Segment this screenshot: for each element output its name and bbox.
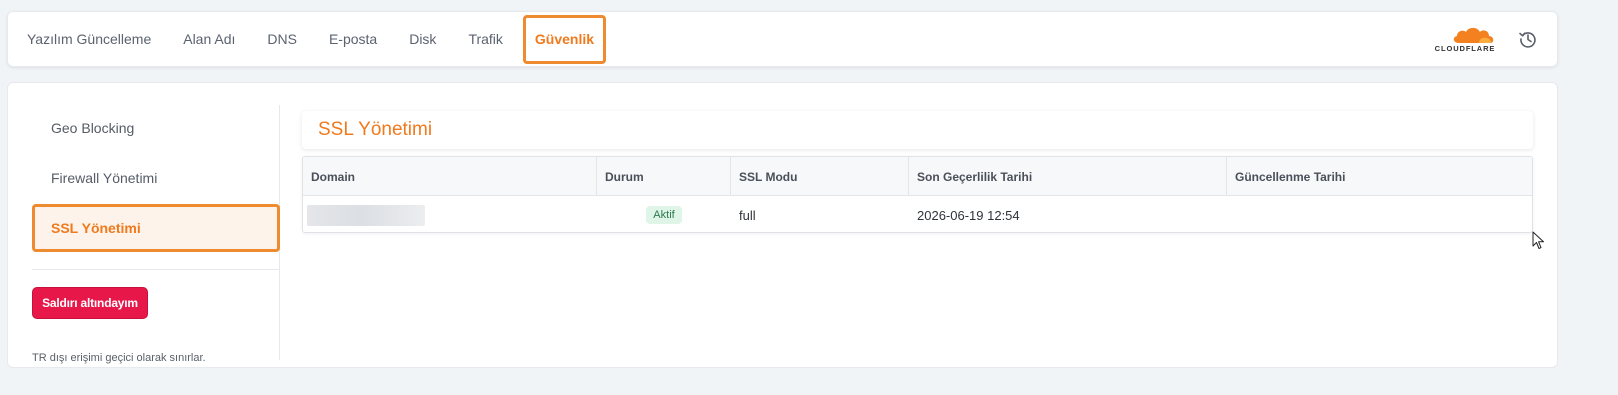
tab-dns[interactable]: DNS xyxy=(251,12,313,66)
column-expiry-date[interactable]: Son Geçerlilik Tarihi xyxy=(909,157,1227,196)
table-row[interactable]: Aktif full 2026-06-19 12:54 xyxy=(303,197,1532,232)
tab-domain[interactable]: Alan Adı xyxy=(167,12,251,66)
tab-email[interactable]: E-posta xyxy=(313,12,393,66)
history-icon[interactable] xyxy=(1518,29,1538,49)
cell-expiry-date: 2026-06-19 12:54 xyxy=(917,207,1020,223)
sidebar-item-ssl[interactable]: SSL Yönetimi xyxy=(32,204,280,252)
security-sidebar: Geo Blocking Firewall Yönetimi SSL Yönet… xyxy=(32,105,280,364)
top-nav: Yazılım Güncelleme Alan Adı DNS E-posta … xyxy=(7,11,1558,67)
cell-domain xyxy=(303,197,597,232)
status-badge: Aktif xyxy=(646,206,682,224)
cloud-icon xyxy=(1453,27,1494,43)
mouse-cursor-icon xyxy=(1532,231,1545,255)
table-header: Domain Durum SSL Modu Son Geçerlilik Tar… xyxy=(303,157,1532,196)
cell-ssl-mode: full xyxy=(739,207,756,223)
cell-status: Aktif xyxy=(597,197,731,232)
column-status[interactable]: Durum xyxy=(597,157,731,196)
under-attack-button[interactable]: Saldırı altındayım xyxy=(32,287,148,319)
tab-bar: Yazılım Güncelleme Alan Adı DNS E-posta … xyxy=(8,12,607,66)
under-attack-note: TR dışı erişimi geçici olarak sınırlar. xyxy=(32,352,206,364)
tab-traffic[interactable]: Trafik xyxy=(452,12,518,66)
sidebar-divider xyxy=(32,269,280,270)
tab-disk[interactable]: Disk xyxy=(393,12,452,66)
column-updated-date[interactable]: Güncellenme Tarihi xyxy=(1227,157,1532,196)
cell-updated-date xyxy=(1227,197,1532,232)
cloudflare-logo: CLOUDFLARE xyxy=(1429,25,1501,55)
cloudflare-wordmark: CLOUDFLARE xyxy=(1434,44,1496,53)
tab-security[interactable]: Güvenlik xyxy=(522,14,607,64)
sidebar-item-geo-blocking[interactable]: Geo Blocking xyxy=(32,105,280,151)
column-domain[interactable]: Domain xyxy=(303,157,597,196)
column-ssl-mode[interactable]: SSL Modu xyxy=(731,157,909,196)
security-panel: Geo Blocking Firewall Yönetimi SSL Yönet… xyxy=(7,82,1558,368)
ssl-table: Domain Durum SSL Modu Son Geçerlilik Tar… xyxy=(302,156,1533,233)
domain-redacted xyxy=(307,204,425,226)
sidebar-item-firewall[interactable]: Firewall Yönetimi xyxy=(32,155,280,201)
tab-software-update[interactable]: Yazılım Güncelleme xyxy=(8,12,167,66)
page-title: SSL Yönetimi xyxy=(302,111,1533,149)
